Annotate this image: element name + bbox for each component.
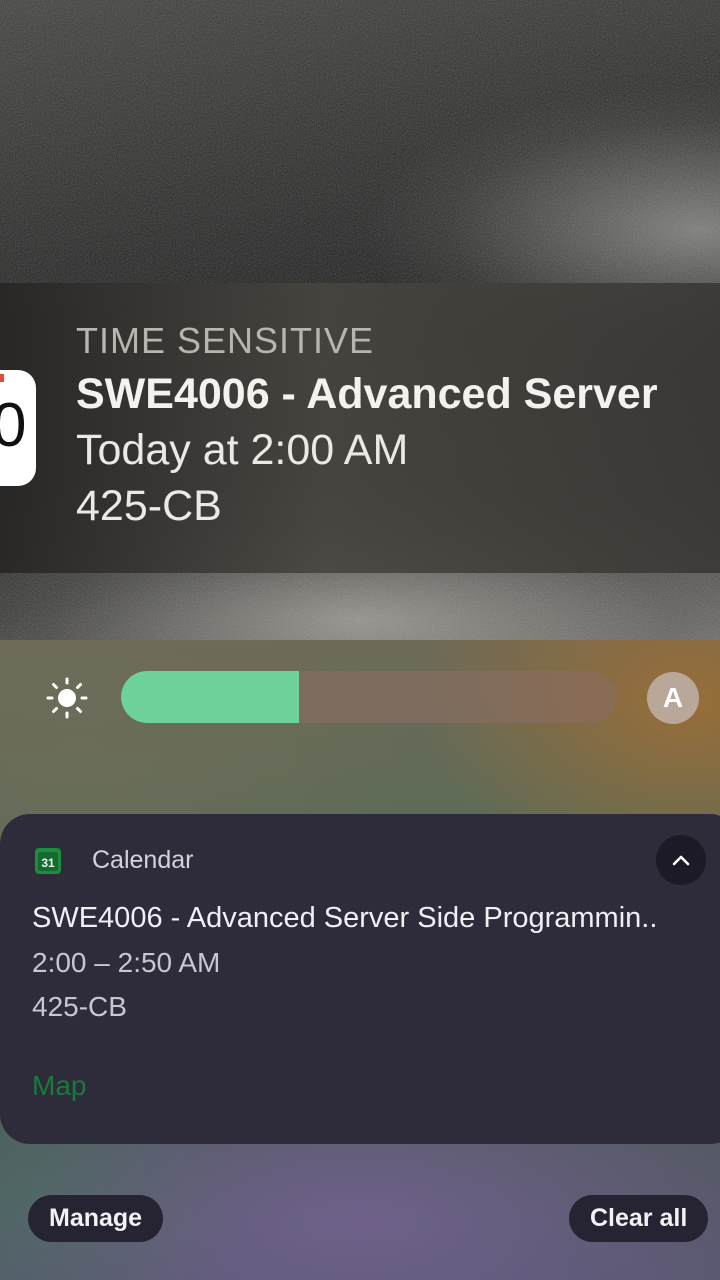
collapse-notification-button[interactable] [656, 835, 706, 885]
clear-all-button[interactable]: Clear all [569, 1195, 709, 1242]
notification-shade: A 31 Calendar SWE4006 - Advanced Server … [0, 640, 720, 1280]
notification-time: 2:00 – 2:50 AM [32, 947, 221, 978]
google-calendar-icon-text: 31 [41, 856, 55, 870]
map-action-button[interactable]: Map [32, 1070, 86, 1102]
chevron-up-icon [672, 855, 690, 866]
notification-location: 425-CB [32, 991, 127, 1022]
event-title: SWE4006 - Advanced Server [76, 370, 658, 418]
calendar-notification[interactable]: 31 Calendar SWE4006 - Advanced Server Si… [0, 814, 720, 1144]
calendar-icon: 0 [0, 370, 36, 486]
sun-icon [46, 677, 88, 719]
screen: 0 TIME SENSITIVE SWE4006 - Advanced Serv… [0, 0, 720, 1280]
calendar-icon-day: 0 [0, 391, 27, 460]
brightness-slider-fill [121, 671, 299, 723]
notification-title: SWE4006 - Advanced Server Side Programmi… [32, 902, 658, 934]
lock-screen-wallpaper: 0 TIME SENSITIVE SWE4006 - Advanced Serv… [0, 0, 720, 640]
event-location: 425-CB [76, 482, 222, 530]
event-time: Today at 2:00 AM [76, 426, 409, 474]
brightness-slider[interactable] [121, 671, 616, 723]
google-calendar-icon: 31 [35, 848, 61, 874]
manage-button[interactable]: Manage [28, 1195, 164, 1242]
auto-brightness-button[interactable]: A [647, 672, 699, 724]
notification-app-name: Calendar [92, 846, 194, 874]
time-sensitive-label: TIME SENSITIVE [76, 320, 375, 361]
